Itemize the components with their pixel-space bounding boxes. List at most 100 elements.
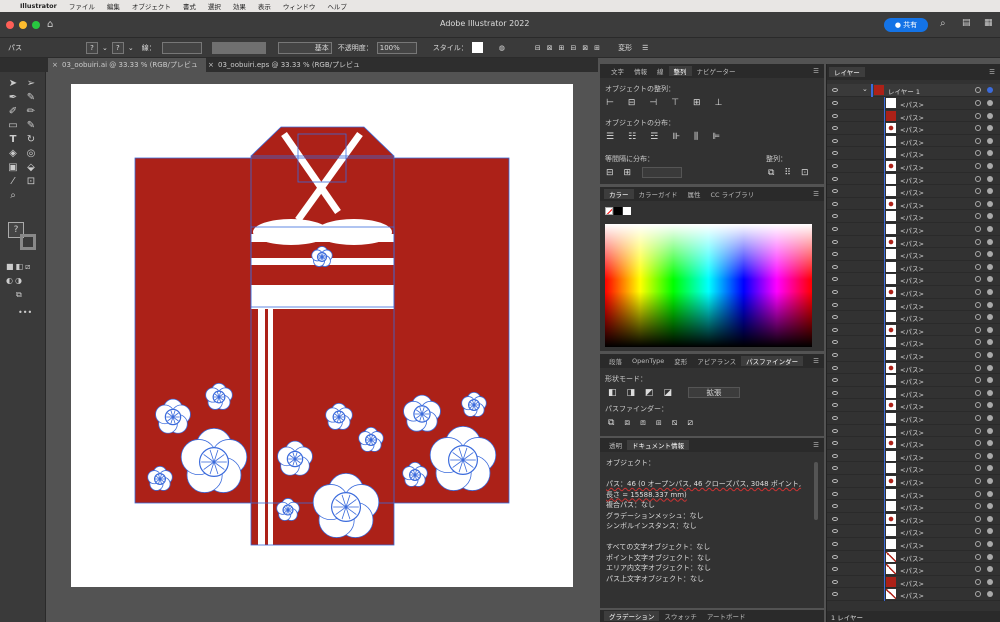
artboard-tool-icon[interactable]: ⊡ [24, 176, 38, 187]
layer-item-row[interactable]: <パス> [827, 412, 1000, 425]
layer-item-row[interactable]: <パス> [827, 538, 1000, 551]
chevron-down-icon[interactable]: ⌄ [102, 44, 108, 52]
eye-icon[interactable] [832, 327, 838, 332]
color-spectrum[interactable] [605, 224, 812, 347]
target-icon[interactable] [975, 289, 981, 295]
eye-icon[interactable] [832, 529, 838, 534]
target-icon[interactable] [975, 112, 981, 119]
tab-opentype[interactable]: OpenType [627, 357, 669, 365]
tab-color[interactable]: カラー [604, 189, 634, 199]
layer-row[interactable]: ⌄ レイヤー 1 [827, 84, 1000, 97]
stroke-swatch[interactable] [20, 234, 36, 250]
tab-gradient[interactable]: グラデーション [604, 611, 660, 621]
menu-item-type[interactable]: 書式 [183, 1, 196, 11]
target-icon[interactable] [975, 515, 981, 522]
paint-bucket-tool-icon[interactable]: ⬙ [24, 162, 38, 173]
target-icon[interactable] [975, 150, 981, 157]
screen-mode-icon[interactable]: ⧉ [16, 290, 22, 300]
tab-stroke[interactable]: 線 [652, 66, 669, 76]
layer-item-row[interactable]: <パス> [827, 500, 1000, 513]
tab-info[interactable]: 情報 [629, 66, 652, 76]
eye-icon[interactable] [832, 138, 838, 143]
target-icon[interactable] [975, 478, 981, 484]
layer-item-row[interactable]: <パス> [827, 97, 1000, 110]
target-icon[interactable] [975, 377, 981, 384]
target-icon[interactable] [975, 263, 981, 270]
expand-button[interactable]: 拡張 [688, 387, 740, 398]
close-icon[interactable]: × [208, 58, 214, 72]
eye-icon[interactable] [832, 151, 838, 156]
eye-icon[interactable] [832, 453, 838, 458]
color-mode-icons[interactable]: ■◧⧄ [6, 262, 32, 272]
panel-menu-icon[interactable]: ☰ [808, 441, 824, 449]
tab-paragraph[interactable]: 段落 [604, 356, 627, 366]
eye-icon[interactable] [832, 567, 838, 572]
layer-item-row[interactable]: <パス> [827, 374, 1000, 387]
more-tools-icon[interactable]: ••• [18, 308, 32, 317]
kimono-artwork[interactable] [46, 72, 598, 622]
target-icon[interactable] [975, 402, 981, 409]
white-swatch[interactable] [623, 207, 631, 215]
layer-item-row[interactable]: <パス> [827, 197, 1000, 211]
target-icon[interactable] [975, 87, 981, 93]
eye-icon[interactable] [832, 491, 838, 496]
menu-item-object[interactable]: オブジェクト [132, 1, 171, 11]
target-icon[interactable] [975, 389, 981, 396]
stroke-swatch[interactable]: ? [111, 41, 124, 54]
layer-item-row[interactable]: <パス> [827, 122, 1000, 135]
eye-icon[interactable] [832, 252, 838, 257]
layer-item-row[interactable]: <パス> [827, 437, 1000, 450]
rotate-tool-icon[interactable]: ↻ [24, 134, 38, 145]
eye-icon[interactable] [832, 466, 838, 471]
menu-item-edit[interactable]: 編集 [107, 1, 120, 11]
tab-document-info[interactable]: ドキュメント情報 [627, 440, 689, 450]
target-icon[interactable] [975, 314, 981, 321]
target-icon[interactable] [975, 175, 981, 182]
target-icon[interactable] [975, 352, 981, 358]
target-icon[interactable] [975, 339, 981, 346]
panel-menu-icon[interactable]: ☰ [984, 68, 1000, 76]
layer-item-row[interactable]: <パス> [827, 386, 1000, 400]
eye-icon[interactable] [832, 403, 838, 408]
align-object-buttons[interactable]: ⊢⊟⊣⊤⊞⊥ [606, 98, 736, 108]
target-icon[interactable] [975, 452, 981, 459]
menu-item-select[interactable]: 選択 [208, 1, 221, 11]
eye-icon[interactable] [832, 390, 838, 395]
document-info-scrollbar[interactable] [814, 462, 818, 520]
menu-item-effect[interactable]: 効果 [233, 1, 246, 11]
tab-attributes[interactable]: 属性 [683, 189, 706, 199]
selection-tool-icon[interactable]: ➤ [6, 78, 20, 89]
canvas-area[interactable] [46, 72, 598, 622]
menu-item-help[interactable]: ヘルプ [327, 1, 347, 11]
target-icon[interactable] [975, 553, 981, 560]
tab-color-guide[interactable]: カラーガイド [634, 189, 683, 199]
layer-item-row[interactable]: <パス> [827, 575, 1000, 589]
layer-item-row[interactable]: <パス> [827, 487, 1000, 501]
shaper-tool-icon[interactable]: ✏ [24, 106, 38, 117]
align-buttons[interactable]: ⊟⊠⊞⊟⊠⊞ [535, 44, 606, 52]
spacing-buttons[interactable]: ⊟⊞ [606, 168, 641, 178]
layer-item-row[interactable]: <パス> [827, 550, 1000, 564]
eye-icon[interactable] [832, 214, 838, 219]
eye-icon[interactable] [832, 315, 838, 320]
layer-item-row[interactable]: <パス> [827, 336, 1000, 349]
layer-item-row[interactable]: <パス> [827, 248, 1000, 261]
transform-label[interactable]: 変形 [618, 43, 632, 53]
menu-item-window[interactable]: ウィンドウ [283, 1, 316, 11]
target-icon[interactable] [975, 440, 981, 447]
target-icon[interactable] [975, 200, 981, 207]
opacity-field[interactable]: 100% [376, 41, 417, 54]
tab-transparency[interactable]: 透明 [604, 440, 627, 450]
target-icon[interactable] [975, 364, 981, 371]
eye-icon[interactable] [832, 277, 838, 282]
draw-mode-icons[interactable]: ◐◑ [6, 276, 24, 285]
curvature-tool-icon[interactable]: ✎ [24, 92, 38, 103]
layer-item-row[interactable]: <パス> [827, 109, 1000, 123]
layer-item-row[interactable]: <パス> [827, 399, 1000, 412]
target-icon[interactable] [975, 528, 981, 535]
black-swatch[interactable] [614, 207, 622, 215]
share-button[interactable]: ● 共有 [884, 18, 928, 32]
layer-item-row[interactable]: <パス> [827, 185, 1000, 198]
layer-item-row[interactable]: <パス> [827, 210, 1000, 223]
tab-character[interactable]: 文字 [606, 66, 629, 76]
